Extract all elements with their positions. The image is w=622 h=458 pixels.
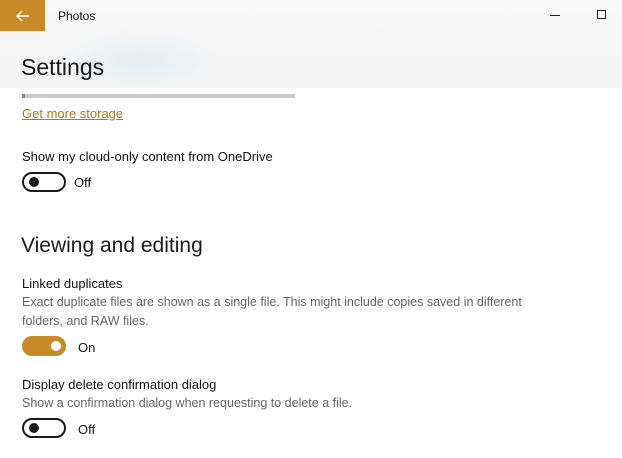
- minimize-icon[interactable]: [550, 15, 560, 16]
- onedrive-setting-label: Show my cloud-only content from OneDrive: [22, 149, 273, 164]
- maximize-icon[interactable]: [597, 10, 606, 19]
- page-title: Settings: [21, 54, 105, 80]
- linked-duplicates-label: Linked duplicates: [22, 276, 123, 291]
- section-heading-viewing-editing: Viewing and editing: [21, 234, 203, 257]
- delete-confirm-toggle[interactable]: [22, 418, 66, 438]
- app-title: Photos: [58, 9, 96, 23]
- onedrive-toggle-state: Off: [74, 175, 92, 190]
- onedrive-toggle[interactable]: [22, 172, 66, 192]
- back-button[interactable]: [0, 0, 45, 31]
- storage-progress-bar: [22, 94, 295, 98]
- arrow-left-icon: [15, 10, 30, 22]
- toggle-knob: [51, 341, 61, 351]
- delete-confirm-label: Display delete confirmation dialog: [22, 377, 217, 392]
- title-bar: Photos: [0, 0, 622, 32]
- toggle-knob: [29, 177, 39, 187]
- delete-confirm-toggle-state: Off: [78, 422, 96, 437]
- storage-progress-fill: [22, 94, 25, 98]
- linked-duplicates-toggle-state: On: [78, 340, 96, 355]
- delete-confirm-description: Show a confirmation dialog when requesti…: [22, 396, 353, 410]
- linked-duplicates-toggle[interactable]: [22, 336, 66, 356]
- linked-duplicates-description: Exact duplicate files are shown as a sin…: [22, 295, 522, 328]
- get-more-storage-link[interactable]: Get more storage: [22, 105, 123, 122]
- toggle-knob: [29, 423, 39, 433]
